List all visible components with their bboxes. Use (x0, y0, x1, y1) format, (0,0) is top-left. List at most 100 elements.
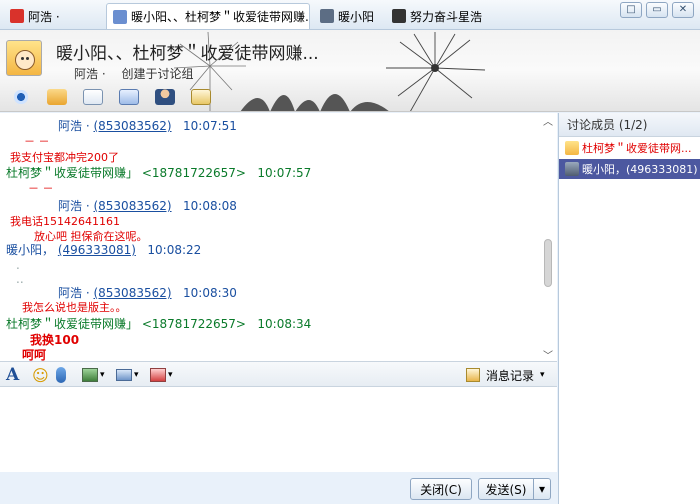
message-scrollbar[interactable]: ︿ ﹀ (540, 113, 556, 361)
created-by: 创建于讨论组 (121, 67, 194, 81)
message-header: 暖小阳， (496333081) 10:08:22 (6, 241, 201, 258)
voice-button[interactable] (56, 366, 66, 384)
sender-id[interactable]: (496333081) (58, 243, 136, 257)
chevron-down-icon: ▾ (134, 370, 139, 380)
avatar (565, 162, 579, 176)
message-text: 我电话15142641161 (10, 215, 120, 228)
tab-strip: 阿浩 · 暖小阳、、杜柯梦＂收爱徒带网赚... 暖小阳 努力奋斗星浩 □ ▭ ✕ (0, 0, 700, 30)
message-text: － － (24, 135, 50, 148)
header-toolbar (6, 86, 216, 108)
scroll-up-icon[interactable]: ︿ (540, 113, 556, 128)
history-label: 消息记录 (486, 368, 535, 383)
image-icon (82, 368, 98, 382)
maximize-button[interactable]: ▭ (646, 2, 668, 18)
avatar-icon (392, 9, 406, 23)
chevron-down-icon: ▾ (100, 370, 105, 380)
message-header: 杜柯梦＂收爱徒带网赚」 <18781722657> 10:08:34 (6, 315, 311, 332)
message-history-button[interactable]: 消息记录 ▾ (466, 366, 545, 384)
send-mail-button[interactable] (78, 86, 108, 108)
transfer-icon (47, 89, 67, 105)
screenshot-button[interactable]: ▾ (116, 366, 139, 384)
sender-name: 暖小阳， (6, 243, 55, 257)
compose-toolbar: A ☺ ▾ ▾ ▾ 消息记录 ▾ (0, 361, 557, 387)
tab-label: 阿浩 · (28, 9, 60, 24)
tools-icon (150, 368, 166, 382)
message-text: .. (16, 272, 24, 286)
message-input[interactable] (0, 387, 557, 472)
message-text: 我支付宝都冲完200了 (10, 151, 119, 164)
timestamp: 10:08:34 (257, 317, 312, 331)
tab-chat-ahao[interactable]: 阿浩 · (4, 3, 104, 29)
scroll-down-icon[interactable]: ﹀ (540, 347, 556, 361)
timestamp: 10:07:57 (257, 166, 312, 180)
screen-icon (116, 369, 132, 381)
window-controls: □ ▭ ✕ (620, 2, 694, 18)
bottom-bar: 关闭(C) 发送(S) ▾ (0, 472, 557, 504)
grass-silhouette (240, 94, 389, 111)
sender-name: 杜柯梦＂收爱徒带网赚」 (6, 166, 139, 180)
sender-id: <18781722657> (141, 317, 246, 331)
timestamp: 10:08:30 (183, 286, 237, 300)
avatar-icon (320, 9, 334, 23)
tab-chat-xinghao[interactable]: 努力奋斗星浩 (386, 3, 486, 29)
sender-id[interactable]: (853083562) (93, 119, 171, 133)
close-window-button[interactable]: ✕ (672, 2, 694, 18)
tab-label: 暖小阳 (338, 9, 375, 24)
notes-button[interactable] (186, 86, 216, 108)
more-tools-button[interactable]: ▾ (150, 366, 173, 384)
sender-name: 杜柯梦＂收爱徒带网赚」 (6, 317, 139, 331)
timestamp: 10:07:51 (183, 119, 237, 133)
group-chat-icon (113, 9, 127, 24)
emoji-button[interactable]: ☺ (32, 366, 49, 385)
add-member-icon (119, 89, 139, 105)
member-name: 暖小阳，(496333081) (582, 163, 698, 176)
eye-icon (11, 89, 31, 105)
chevron-down-icon: ▾ (168, 370, 173, 380)
sender-id[interactable]: (853083562) (93, 286, 171, 300)
close-button[interactable]: 关闭(C) (410, 478, 472, 500)
add-member-button[interactable] (114, 86, 144, 108)
group-owner: 阿浩 · (74, 67, 106, 81)
tab-label: 暖小阳、、杜柯梦＂收爱徒带网赚... (131, 10, 310, 24)
scroll-thumb[interactable] (544, 239, 552, 287)
sender-id[interactable]: (853083562) (93, 199, 171, 213)
member-item[interactable]: 暖小阳，(496333081) (559, 159, 700, 179)
history-icon (466, 368, 480, 382)
message-history[interactable]: 阿浩 · (853083562) 10:07:51 － － 我支付宝都冲完200… (0, 113, 557, 361)
restore-button[interactable]: □ (620, 2, 642, 18)
message-text: － － (28, 182, 54, 195)
transfer-file-button[interactable] (42, 86, 72, 108)
tab-label: 努力奋斗星浩 (410, 9, 483, 24)
dandelion-decoration (386, 32, 486, 111)
message-text: 我怎么说也是版主。。 (22, 301, 127, 314)
sender-name: 阿浩 · (58, 199, 90, 213)
font-button[interactable]: A (6, 365, 19, 385)
timestamp: 10:08:08 (183, 199, 237, 213)
sender-name: 阿浩 · (58, 119, 90, 133)
tab-chat-nuanxiaoyang[interactable]: 暖小阳 (314, 3, 382, 29)
chevron-down-icon: ▾ (540, 370, 545, 380)
send-button[interactable]: 发送(S) (478, 478, 534, 500)
chat-title: 暖小阳、、杜柯梦＂收爱徒带网赚... (56, 44, 319, 64)
member-panel-title: 讨论成员 (1/2) (559, 113, 700, 137)
message-header: 阿浩 · (853083562) 10:08:08 (58, 197, 237, 214)
mail-icon (83, 89, 103, 105)
sender-name: 阿浩 · (58, 286, 90, 300)
image-button[interactable]: ▾ (82, 366, 105, 384)
message-header: 阿浩 · (853083562) 10:07:51 (58, 117, 237, 134)
video-button[interactable] (6, 86, 36, 108)
contact-button[interactable] (150, 86, 180, 108)
notes-icon (191, 89, 211, 105)
message-text: 呵呵 (22, 348, 47, 361)
sender-id: <18781722657> (141, 166, 246, 180)
group-avatar[interactable] (6, 40, 42, 76)
message-header: 杜柯梦＂收爱徒带网赚」 <18781722657> 10:07:57 (6, 164, 311, 181)
message-text: . (16, 258, 20, 272)
avatar (565, 141, 579, 155)
member-item[interactable]: 杜柯梦＂收爱徒带网... (559, 138, 700, 158)
member-name: 杜柯梦＂收爱徒带网... (582, 142, 692, 155)
tab-discussion[interactable]: 暖小阳、、杜柯梦＂收爱徒带网赚... (106, 3, 310, 29)
send-options-button[interactable]: ▾ (533, 478, 551, 500)
microphone-icon (56, 367, 66, 383)
chat-header: 暖小阳、、杜柯梦＂收爱徒带网赚... 阿浩 · 创建于讨论组 (0, 30, 700, 112)
